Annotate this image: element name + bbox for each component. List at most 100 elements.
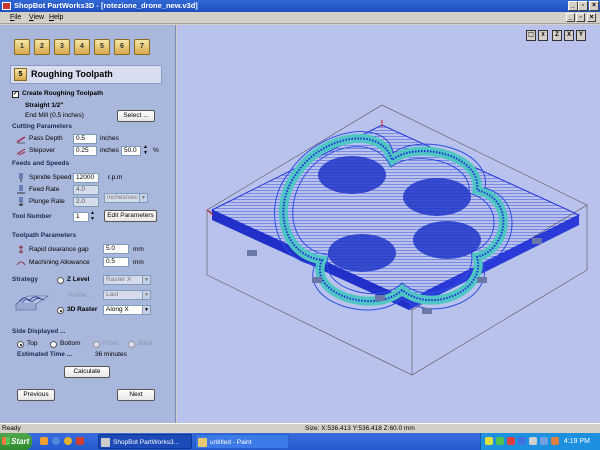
network-icon[interactable] — [540, 437, 548, 445]
clearance-icon — [18, 245, 24, 254]
chrome-icon[interactable] — [64, 437, 72, 445]
tool-number-input[interactable]: 1 — [73, 212, 89, 222]
paint-icon — [198, 438, 207, 447]
tab-6 — [375, 295, 385, 301]
toolbar-tool-4-icon[interactable]: 4 — [74, 39, 90, 55]
tool-name: Straight 1/2" — [25, 102, 64, 109]
app-icon — [2, 2, 11, 10]
machining-allowance-input[interactable]: 0.5 — [103, 257, 129, 267]
estimated-time-label: Estimated Time ... — [17, 351, 73, 358]
previous-button[interactable]: Previous — [17, 389, 55, 401]
estimated-time-value: 36 minutes — [95, 351, 127, 358]
toolpath-render — [206, 104, 588, 376]
taskbar-item-partworks[interactable]: ShopBot PartWorks3... — [98, 434, 192, 449]
stepover-unit: inches — [100, 147, 119, 154]
tray-icon-3[interactable] — [507, 437, 515, 445]
pass-depth-input[interactable]: 0.5 — [73, 134, 97, 144]
side-back-radio[interactable] — [128, 341, 135, 348]
next-button[interactable]: Next — [117, 389, 155, 401]
toolbar-tool-6-icon[interactable]: 6 — [114, 39, 130, 55]
toolbar-tool-2-icon[interactable]: 2 — [34, 39, 50, 55]
title-bar: ShopBot PartWorks3D - [rotezione_drone_n… — [0, 0, 600, 12]
tab-3 — [477, 277, 487, 283]
z-level-select[interactable]: Raster X ▼ — [103, 275, 151, 285]
tray-icon-2[interactable] — [496, 437, 504, 445]
rapid-clearance-label: Rapid clearance gap — [29, 246, 89, 253]
3d-raster-label: 3D Raster — [67, 306, 98, 313]
3d-raster-radio[interactable] — [57, 307, 64, 314]
stepover-percent-input[interactable]: 50.0 — [121, 146, 141, 156]
doc-restore-button[interactable]: ▫ — [576, 13, 585, 22]
status-coordinates: Size: X:536.413 Y:536.418 Z:60.0 mm — [305, 425, 415, 432]
minimize-button[interactable]: _ — [568, 1, 578, 11]
edit-parameters-button[interactable]: Edit Parameters — [104, 210, 157, 222]
strategy-label: Strategy — [12, 276, 39, 283]
quick-launch-icon[interactable] — [76, 437, 84, 445]
toolbar-tool-3-icon[interactable]: 3 — [54, 39, 70, 55]
create-roughing-label: Create Roughing Toolpath — [22, 90, 104, 97]
tool-description: End Mill (0.5 inches) — [25, 112, 84, 119]
roughing-icon: 5 — [14, 68, 27, 81]
menu-bar: File View Help _ ▫ × — [0, 12, 600, 24]
tab-5 — [422, 308, 432, 314]
folder-icon[interactable] — [40, 437, 48, 445]
side-front-radio[interactable] — [93, 341, 100, 348]
3d-viewport[interactable]: ⬚ X Z X Y — [177, 25, 600, 423]
stepover-spinner[interactable]: ▲ ▼ — [143, 144, 148, 156]
pass-depth-unit: inches — [100, 135, 119, 142]
rapid-clearance-input[interactable]: 5.0 — [103, 244, 129, 254]
plunge-rate-input[interactable]: 2.0 — [73, 197, 99, 207]
tray-icon-1[interactable] — [485, 437, 493, 445]
spindle-speed-input[interactable]: 12000 — [73, 173, 99, 183]
menu-view[interactable]: View — [29, 14, 44, 21]
pass-depth-label: Pass Depth — [29, 135, 63, 142]
status-bar: Ready Size: X:536.413 Y:536.418 Z:60.0 m… — [0, 423, 600, 433]
z-level-value: Raster X — [106, 276, 132, 283]
side-bottom-radio[interactable] — [50, 341, 57, 348]
toolbar-tool-5-icon[interactable]: 5 — [94, 39, 110, 55]
speaker-icon[interactable] — [529, 437, 537, 445]
tray-icon-7[interactable] — [551, 437, 559, 445]
cavity-1 — [318, 156, 386, 194]
toolbar-tool-1-icon[interactable]: 1 — [14, 39, 30, 55]
close-button[interactable]: × — [589, 1, 599, 11]
feeds-speeds-heading: Feeds and Speeds — [12, 160, 70, 167]
maximize-button[interactable]: ▫ — [578, 1, 588, 11]
profile-select[interactable]: Last ▼ — [103, 290, 151, 300]
z-level-radio[interactable] — [57, 277, 64, 284]
toolbar-tool-7-icon[interactable]: 7 — [134, 39, 150, 55]
allowance-icon — [16, 261, 26, 266]
rate-unit-select[interactable]: inches/sec ▼ — [104, 193, 148, 203]
spindle-speed-label: Spindle Speed — [29, 174, 72, 181]
status-text: Ready — [2, 425, 21, 432]
taskbar: Start ShopBot PartWorks3... untitled - P… — [0, 433, 600, 450]
feed-rate-icon — [17, 185, 25, 194]
profile-value: Last — [106, 291, 119, 298]
partworks-icon — [101, 438, 110, 447]
start-label: Start — [11, 437, 30, 446]
start-button[interactable]: Start — [0, 433, 32, 450]
ie-icon[interactable] — [52, 437, 60, 445]
cavity-2 — [403, 178, 471, 216]
side-displayed-heading: Side Displayed ... — [12, 328, 66, 335]
tray-icon-4[interactable] — [518, 437, 526, 445]
feed-rate-input[interactable]: 4.0 — [73, 185, 99, 195]
taskbar-item-label: ShopBot PartWorks3... — [113, 439, 179, 446]
create-roughing-checkbox[interactable]: ✓ — [12, 91, 19, 98]
side-top-radio[interactable] — [17, 341, 24, 348]
raster-direction-select[interactable]: Along X ▼ — [103, 305, 151, 315]
menu-help[interactable]: Help — [49, 14, 63, 21]
menu-file[interactable]: File — [10, 14, 21, 21]
chevron-down-icon: ▼ — [142, 276, 150, 284]
stepover-input[interactable]: 0.25 — [73, 146, 97, 156]
tool-number-label: Tool Number — [12, 213, 52, 220]
raster-direction-value: Along X — [106, 306, 129, 313]
taskbar-item-paint[interactable]: untitled - Paint — [195, 434, 289, 449]
doc-close-button[interactable]: × — [587, 13, 596, 22]
stepover-icon — [16, 148, 26, 156]
calculate-button[interactable]: Calculate — [64, 366, 110, 378]
doc-minimize-button[interactable]: _ — [566, 13, 575, 22]
tool-number-spinner[interactable]: ▲ ▼ — [90, 210, 95, 222]
strategy-preview-icon — [15, 295, 49, 311]
select-tool-button[interactable]: Select ... — [117, 110, 155, 122]
